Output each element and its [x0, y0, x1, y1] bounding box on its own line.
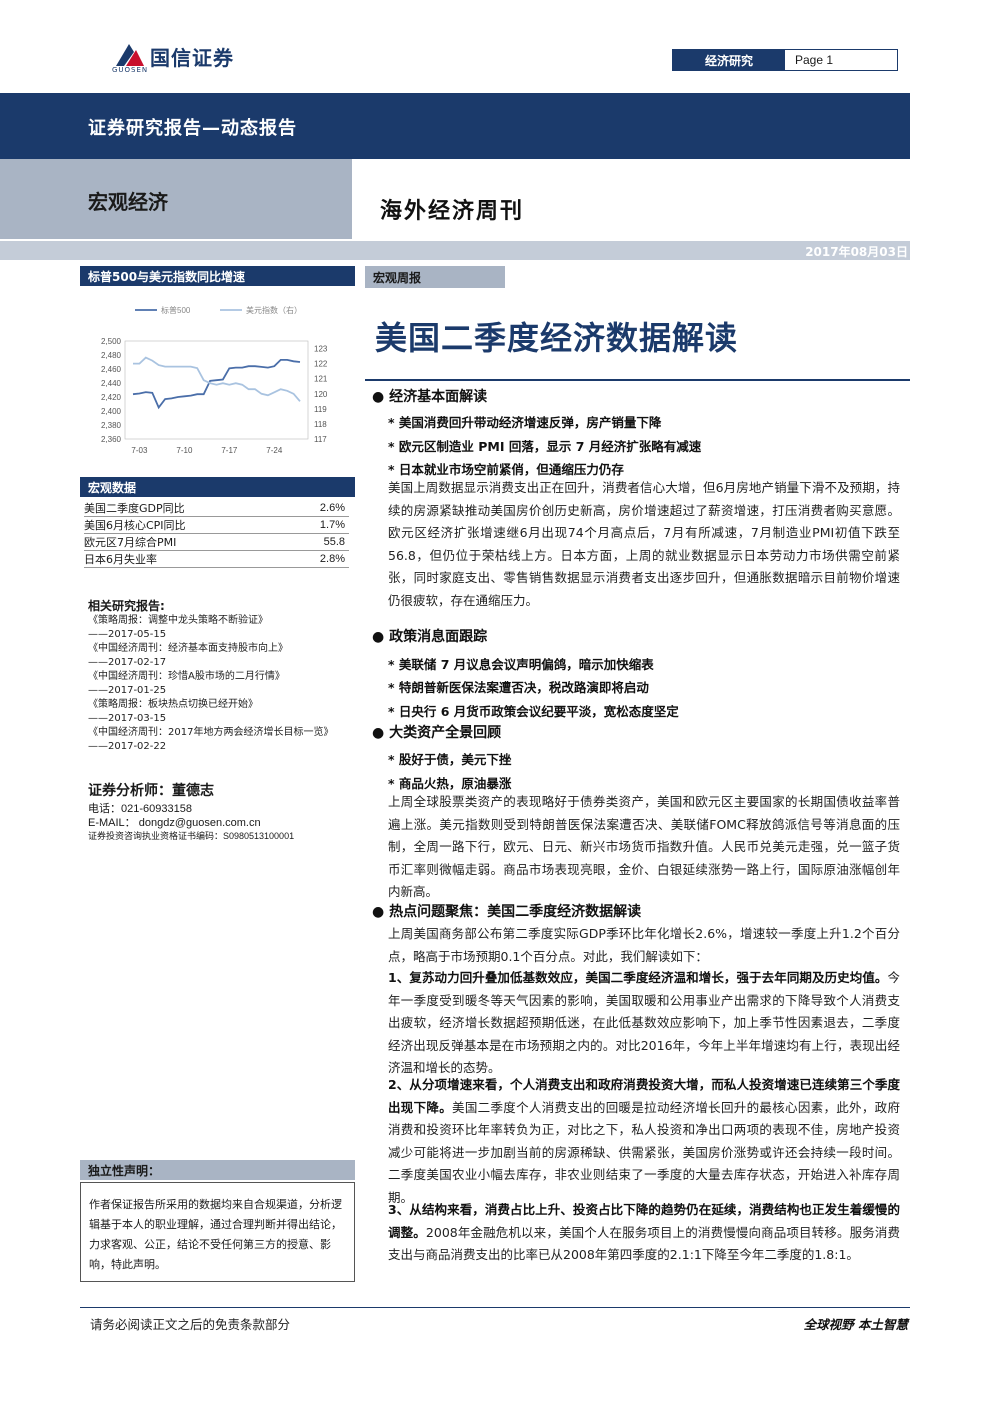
bullet: * 欧元区制造业 PMI 回落，显示 7 月经济扩张略有减速	[388, 439, 702, 454]
headline-rule	[365, 379, 910, 381]
bullet: * 特朗普新医保法案遭否决，税改路演即将启动	[388, 680, 649, 695]
section-title: ● 政策消息面跟踪	[372, 629, 488, 645]
section-title: ● 大类资产全景回顾	[372, 725, 502, 741]
sector-title: 宏观经济	[88, 190, 168, 214]
y-left-tick: 2,380	[101, 421, 122, 430]
y-left-tick: 2,400	[101, 407, 122, 416]
related-report[interactable]: 《中国经济周刊：经济基本面支持股市向上》 ——2017-02-17	[88, 642, 348, 670]
macro-row: 美国二季度GDP同比 2.6%	[84, 500, 349, 517]
related-report-date: ——2017-01-25	[88, 685, 167, 696]
y-left-tick: 2,480	[101, 351, 122, 360]
chart-section-title: 标普500与美元指数同比增速	[80, 266, 355, 286]
legend-label: 标普500	[161, 305, 191, 315]
x-tick: 7-17	[221, 446, 238, 455]
brand-name: 国信证券	[150, 46, 234, 70]
declaration-text: 作者保证报告所采用的数据均来自合规渠道，分析逻辑基于本人的职业理解，通过合理判断…	[89, 1198, 342, 1271]
paragraph: 上周美国商务部公布第二季度实际GDP季环比年化增长2.6%，增速较一季度上升1.…	[388, 926, 900, 964]
related-report-title: 《策略周报：板块热点切换已经开始》	[88, 699, 258, 710]
paragraph-body: 美国二季度个人消费支出的回暖是拉动经济增长回升的最核心因素，此外，政府消费和投资…	[388, 1099, 900, 1205]
paragraph: 3、从结构来看，消费占比上升、投资占比下降的趋势仍在延续，消费结构也正发生着缓慢…	[388, 1199, 900, 1267]
footer-slogan: 全球视野 本土智慧	[803, 1317, 908, 1332]
paragraph: 美国上周数据显示消费支出正在回升，消费者信心大增，但6月房地产销量下滑不及预期，…	[388, 480, 900, 608]
y-left-tick: 2,460	[101, 365, 122, 374]
brand-sub: GUOSEN	[112, 66, 149, 74]
y-right-tick: 123	[314, 345, 328, 354]
macro-value: 55.8	[323, 536, 345, 548]
related-report-date: ——2017-02-22	[88, 741, 167, 752]
macro-label: 美国6月核心CPI同比	[84, 519, 186, 532]
related-report[interactable]: 《中国经济周刊：2017年地方两会经济增长目标一览》 ——2017-02-22	[88, 726, 348, 754]
paragraph: 上周全球股票类资产的表现略好于债券类资产，美国和欧元区主要国家的长期国债收益率普…	[388, 794, 900, 899]
y-left-tick: 2,440	[101, 379, 122, 388]
bullet: * 美国消费回升带动经济增速反弹，房产销量下降	[388, 415, 662, 430]
related-report[interactable]: 《策略周报：板块热点切换已经开始》 ——2017-03-15	[88, 698, 348, 726]
y-right-tick: 121	[314, 375, 328, 384]
y-right-tick: 122	[314, 360, 328, 369]
section-title: ● 热点问题聚焦：美国二季度经济数据解读	[372, 904, 642, 920]
y-left-tick: 2,500	[101, 337, 122, 346]
analyst-cert: 证券投资咨询执业资格证书编码：S0980513100001	[88, 831, 295, 841]
y-right-tick: 117	[314, 435, 327, 444]
macro-value: 2.8%	[319, 553, 345, 565]
y-right-tick: 119	[314, 405, 327, 414]
section-title: ● 经济基本面解读	[372, 389, 488, 405]
macro-value: 1.7%	[319, 519, 345, 531]
report-date: 2017年08月03日	[805, 245, 908, 259]
macro-row: 日本6月失业率 2.8%	[84, 551, 349, 568]
related-report-title: 《中国经济周刊：经济基本面支持股市向上》	[88, 643, 288, 654]
bullet: * 日央行 6 月货币政策会议纪要平淡，宽松态度坚定	[388, 704, 679, 719]
spx-usd-line-chart: 2,500 2,480 2,460 2,440 2,420 2,400 2,380 2,360…	[101, 305, 328, 455]
paragraph-body: 2008年金融危机以来，美国个人在服务项目上的消费慢慢向商品项目转移。服务消费支…	[388, 1224, 900, 1263]
declaration-title: 独立性声明：	[80, 1160, 355, 1180]
series-title: 海外经济周刊	[380, 199, 525, 224]
x-tick: 7-03	[131, 446, 148, 455]
macro-row: 欧元区7月综合PMI 55.8	[84, 534, 349, 551]
macro-label: 美国二季度GDP同比	[84, 502, 185, 515]
footer-disclaimer: 请务必阅读正文之后的免责条款部分	[90, 1317, 291, 1332]
bullet: * 商品火热，原油暴涨	[388, 776, 512, 791]
related-report[interactable]: 《策略周报：调整中龙头策略不断验证》 ——2017-05-15	[88, 614, 348, 642]
x-tick: 7-10	[176, 446, 193, 455]
paragraph-body: 今年一季度受到暖冬等天气因素的影响，美国取暖和公用事业产出需求的下降导致个人消费…	[388, 970, 900, 1075]
y-left-tick: 2,420	[101, 393, 122, 402]
related-report-date: ——2017-03-15	[88, 713, 167, 724]
related-report-title: 《策略周报：调整中龙头策略不断验证》	[88, 615, 268, 626]
legend-label: 美元指数（右）	[246, 305, 302, 315]
related-report-title: 《中国经济周刊：珍惜A股市场的二月行情》	[88, 671, 285, 682]
page-number: Page 1	[795, 53, 834, 67]
bullet: * 日本就业市场空前紧俏，但通缩压力仍存	[388, 462, 624, 477]
analyst-name: 证券分析师：董德志	[88, 783, 214, 799]
related-reports-title: 相关研究报告:	[88, 599, 165, 613]
related-report-date: ——2017-05-15	[88, 629, 167, 640]
header-tag-box: 经济研究 Page 1	[672, 49, 898, 71]
date-bar	[0, 241, 910, 260]
declaration-box: 作者保证报告所采用的数据均来自合规渠道，分析逻辑基于本人的职业理解，通过合理判断…	[80, 1182, 355, 1282]
bullet: * 股好于债，美元下挫	[388, 752, 512, 767]
x-tick: 7-24	[266, 446, 283, 455]
bullet: * 美联储 7 月议息会议声明偏鸽，暗示加快缩表	[388, 657, 654, 672]
analyst-email[interactable]: E-MAIL： dongdz@guosen.com.cn	[88, 814, 261, 830]
macro-label: 日本6月失业率	[84, 553, 157, 566]
main-tag: 宏观周报	[365, 266, 505, 288]
paragraph: 1、复苏动力回升叠加低基数效应，美国二季度经济温和增长，强于去年同期及历史均值。…	[388, 967, 900, 1080]
y-right-tick: 120	[314, 390, 328, 399]
related-report-title: 《中国经济周刊：2017年地方两会经济增长目标一览》	[88, 727, 334, 738]
macro-label: 欧元区7月综合PMI	[84, 536, 177, 549]
macro-section-title: 宏观数据	[80, 477, 355, 497]
headline: 美国二季度经济数据解读	[375, 319, 739, 357]
paragraph: 2、从分项增速来看，个人消费支出和政府消费投资大增，而私人投资增速已连续第三个季…	[388, 1074, 900, 1209]
related-report[interactable]: 《中国经济周刊：珍惜A股市场的二月行情》 ——2017-01-25	[88, 670, 348, 698]
report-type: 证券研究报告—动态报告	[88, 118, 297, 139]
spx500-line	[132, 359, 301, 410]
y-left-tick: 2,360	[101, 435, 122, 444]
paragraph-lead: 1、复苏动力回升叠加低基数效应，美国二季度经济温和增长，强于去年同期及历史均值。	[388, 970, 888, 985]
category-tag: 经济研究	[673, 50, 785, 70]
related-report-date: ——2017-02-17	[88, 657, 167, 668]
y-right-tick: 118	[314, 420, 327, 429]
macro-value: 2.6%	[319, 502, 345, 514]
footer-rule	[80, 1307, 910, 1308]
macro-row: 美国6月核心CPI同比 1.7%	[84, 517, 349, 534]
sector-band	[0, 159, 352, 239]
